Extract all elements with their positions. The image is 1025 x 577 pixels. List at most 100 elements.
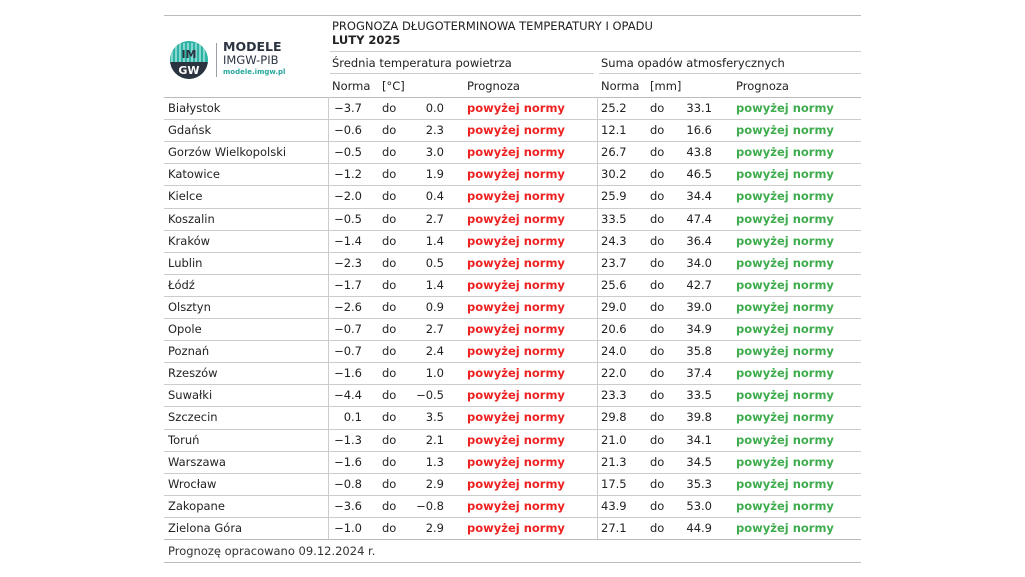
precip-forecast-cell: powyżej normy	[736, 344, 834, 359]
precip-norma-min-cell: 30.2	[601, 167, 627, 182]
temp-do-cell: do	[382, 211, 397, 226]
temp-prognoza-header: Prognoza	[467, 79, 520, 93]
table-row: Szczecin 0.1 do 3.5 powyżej normy 29.8 do 39.8 p…	[164, 406, 861, 428]
city-cell: Olsztyn	[168, 299, 211, 314]
table-row: Wrocław −0.8 do 2.9 powyżej normy 17.5 do 35.3 p…	[164, 472, 861, 495]
city-cell: Łódź	[168, 277, 195, 292]
temp-forecast-cell: powyżej normy	[467, 167, 565, 182]
precip-forecast-cell: powyżej normy	[736, 123, 834, 138]
temp-forecast-cell: powyżej normy	[467, 189, 565, 204]
temp-norma-min-cell: −2.6	[334, 299, 362, 314]
precip-norma-max-cell: 33.1	[686, 101, 712, 115]
precip-norma-min-cell: 21.3	[601, 454, 627, 469]
precip-norma-max-cell: 37.4	[686, 366, 712, 381]
row-divider	[164, 340, 861, 342]
temp-forecast-cell: powyżej normy	[467, 211, 565, 226]
logo-divider	[216, 43, 217, 77]
temp-norma-max-cell: 0.0	[425, 101, 444, 115]
table-row: Warszawa −1.6 do 1.3 powyżej normy 21.3 do 34.5…	[164, 450, 861, 473]
precip-forecast-cell: powyżej normy	[736, 101, 834, 115]
temp-do-cell: do	[382, 344, 397, 359]
row-divider	[164, 318, 861, 319]
precip-do-cell: do	[650, 233, 665, 248]
temp-do-cell: do	[382, 366, 397, 381]
precip-do-cell: do	[650, 410, 665, 425]
city-cell: Lublin	[168, 255, 203, 270]
logo-imgw-pib: IMGW-PIB	[223, 53, 279, 67]
precip-do-cell: do	[650, 476, 665, 491]
city-cell: Kielce	[168, 189, 203, 204]
precip-norma-max-cell: 39.0	[686, 299, 712, 314]
temp-group-header: Średnia temperatura powietrza	[332, 56, 512, 70]
temp-norma-min-cell: −1.4	[334, 233, 362, 248]
precip-norma-min-cell: 27.1	[601, 520, 627, 535]
precip-forecast-cell: powyżej normy	[736, 454, 834, 469]
precip-norma-min-cell: 25.6	[601, 277, 627, 292]
table-row: Zielona Góra −1.0 do 2.9 powyżej normy 27.1 do…	[164, 516, 861, 539]
svg-text:GW: GW	[178, 64, 199, 77]
temp-forecast-cell: powyżej normy	[467, 388, 565, 403]
precip-norma-max-cell: 35.3	[686, 476, 712, 491]
precip-forecast-cell: powyżej normy	[736, 233, 834, 248]
temp-forecast-cell: powyżej normy	[467, 454, 565, 469]
precip-norma-min-cell: 12.1	[601, 123, 627, 138]
temp-do-cell: do	[382, 322, 397, 336]
table-row: Lublin −2.3 do 0.5 powyżej normy 23.7 do 34.0 po…	[164, 251, 861, 274]
row-divider	[164, 185, 861, 187]
imgw-logo-mark-icon: IM GW	[170, 41, 208, 79]
precip-do-cell: do	[650, 366, 665, 381]
temp-forecast-cell: powyżej normy	[467, 299, 565, 314]
precip-norma-min-cell: 23.3	[601, 388, 627, 403]
precip-norma-min-cell: 33.5	[601, 211, 627, 226]
table-row: Suwałki −4.4 do −0.5 powyżej normy 23.3 do 33.5…	[164, 384, 861, 406]
city-cell: Zielona Góra	[168, 520, 243, 535]
table-bottom-border	[164, 539, 861, 540]
city-cell: Warszawa	[168, 454, 226, 469]
title-line-2: LUTY 2025	[332, 33, 401, 47]
temp-norma-min-cell: −2.0	[334, 189, 362, 204]
precip-norma-min-cell: 24.3	[601, 233, 627, 248]
temp-do-cell: do	[382, 255, 397, 270]
temp-norma-max-cell: 2.4	[425, 344, 444, 359]
table-row: Poznań −0.7 do 2.4 powyżej normy 24.0 do 35.8 po…	[164, 340, 861, 362]
table-row: Zakopane −3.6 do −0.8 powyżej normy 43.9 do 53.…	[164, 494, 861, 517]
row-divider	[164, 229, 861, 231]
temp-norma-max-cell: 0.9	[425, 299, 444, 314]
precip-norma-max-cell: 46.5	[686, 167, 712, 182]
row-divider	[164, 384, 861, 386]
precip-norma-max-cell: 39.8	[686, 410, 712, 425]
row-divider	[164, 119, 861, 121]
precip-do-cell: do	[650, 344, 665, 359]
city-cell: Zakopane	[168, 498, 225, 513]
precip-do-cell: do	[650, 145, 665, 160]
temp-norma-min-cell: 0.1	[343, 410, 362, 425]
temp-norma-max-cell: 1.9	[425, 167, 444, 182]
precip-norma-min-cell: 29.8	[601, 410, 627, 425]
precip-group-header: Suma opadów atmosferycznych	[601, 56, 785, 70]
row-divider	[164, 251, 861, 253]
temp-norma-min-cell: −1.6	[334, 366, 362, 381]
temp-norma-max-cell: 1.0	[425, 366, 444, 381]
temp-do-cell: do	[382, 410, 397, 425]
city-cell: Poznań	[168, 344, 210, 359]
svg-text:IM: IM	[181, 48, 196, 61]
temp-norma-min-cell: −0.5	[334, 211, 362, 226]
row-divider	[164, 428, 861, 430]
precip-forecast-cell: powyżej normy	[736, 167, 834, 182]
temp-do-cell: do	[382, 432, 397, 447]
temp-forecast-cell: powyżej normy	[467, 277, 565, 292]
precip-norma-min-cell: 43.9	[601, 498, 627, 513]
row-divider	[164, 163, 861, 165]
precip-forecast-cell: powyżej normy	[736, 498, 834, 513]
temp-forecast-cell: powyżej normy	[467, 255, 565, 270]
table-row: Olsztyn −2.6 do 0.9 powyżej normy 29.0 do 39.0 p…	[164, 295, 861, 318]
row-divider	[164, 450, 861, 452]
temp-norma-min-cell: −0.8	[334, 476, 362, 491]
temp-unit-header: [°C]	[382, 79, 405, 93]
precip-do-cell: do	[650, 123, 665, 138]
table-row: Toruń −1.3 do 2.1 powyżej normy 21.0 do 34.1 pow…	[164, 428, 861, 451]
temp-norma-header: Norma	[332, 79, 371, 93]
precip-norma-max-cell: 34.1	[686, 432, 712, 447]
precip-do-cell: do	[650, 277, 665, 292]
city-cell: Koszalin	[168, 211, 215, 226]
